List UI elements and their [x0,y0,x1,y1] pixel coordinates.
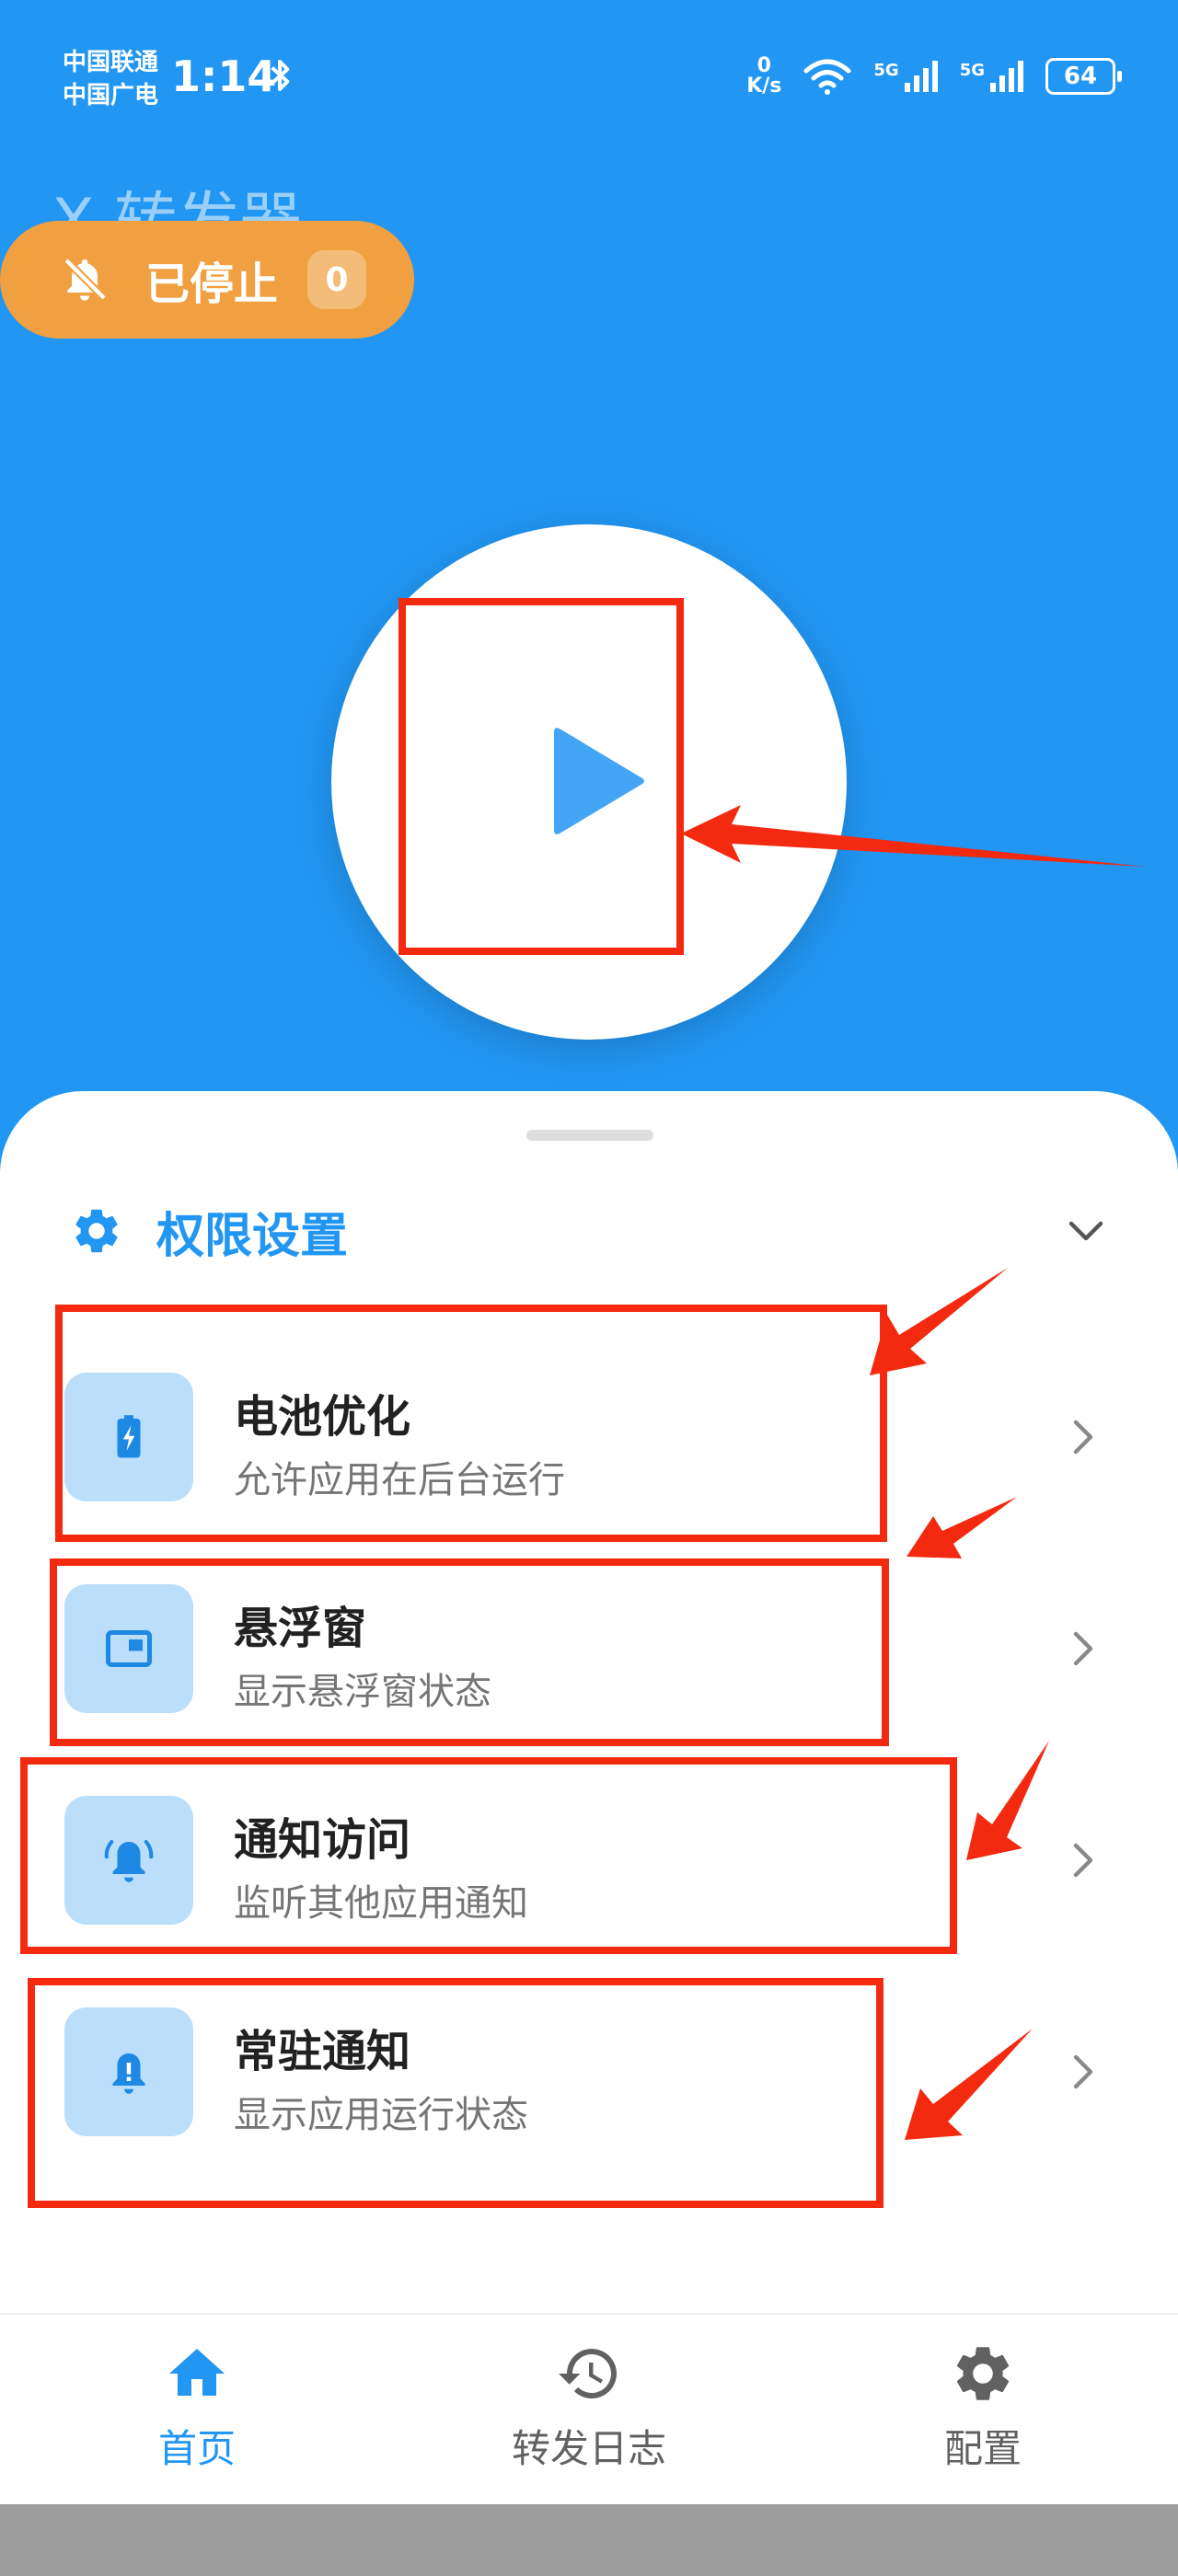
signal-icon-1: 5G [873,61,938,92]
carrier-2: 中国广电 [63,82,159,109]
annotation-box-play [398,598,684,955]
nav-label-home: 首页 [157,2426,236,2471]
settings-icon [956,2347,1010,2400]
gear-icon [75,1209,118,1253]
status-icons: 0 K/s 5G 5G 64 [746,53,1122,99]
chevron-right-icon [1073,1420,1093,1455]
chevron-right-icon [1073,1631,1093,1666]
nav-label-config: 配置 [943,2426,1022,2471]
status-label: 已停止 [145,259,279,310]
annotation-box-battery [55,1305,887,1542]
chevron-right-icon [1073,2054,1093,2089]
battery-indicator: 64 [1045,58,1122,95]
forward-count-badge: 0 [307,250,367,309]
clock: 1:14 [171,52,277,101]
nav-tab-logs[interactable]: 转发日志 [469,2340,709,2474]
section-title: 权限设置 [156,1208,349,1264]
annotation-box-notification-access [20,1757,957,1954]
sheet-drag-handle[interactable] [526,1130,653,1141]
bell-off-icon [64,258,107,301]
carrier-1: 中国联通 [63,49,159,76]
bottom-navigation: 首页 转发日志 配置 [0,2313,1178,2506]
wifi-icon [803,59,851,95]
home-icon [169,2349,225,2396]
permissions-section-header[interactable]: 权限设置 [70,1187,1108,1275]
nav-label-logs: 转发日志 [511,2426,666,2471]
carrier-info: 中国联通 中国广电 [63,46,158,112]
nav-tab-config[interactable]: 配置 [863,2340,1103,2474]
chevron-right-icon [1073,1843,1093,1878]
nav-tab-home[interactable]: 首页 [77,2340,317,2474]
annotation-box-floating-window [50,1558,889,1746]
system-gesture-bar [0,2504,1178,2576]
service-status-pill[interactable]: 已停止 0 [0,221,414,339]
chevron-down-icon[interactable] [1064,1209,1108,1253]
bluetooth-icon [271,60,290,91]
status-bar: 中国联通 中国广电 1:14 0 K/s 5G 5G 64 [0,0,1178,156]
signal-icon-2: 5G [960,61,1023,92]
annotation-box-persistent-notification [28,1978,884,2208]
net-speed: 0 K/s [746,54,782,98]
history-icon [559,2349,617,2398]
